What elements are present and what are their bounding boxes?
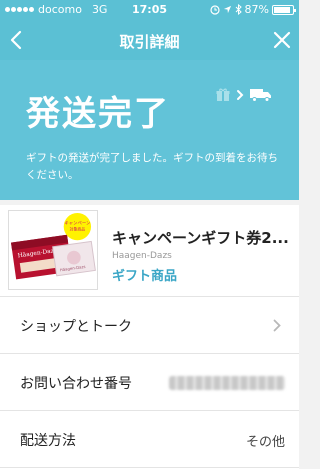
shipping-method-label: 配送方法 xyxy=(20,433,76,449)
shop-talk-label: ショップとトーク xyxy=(20,319,132,335)
chevron-right-icon xyxy=(237,90,244,100)
shipping-progress-icons xyxy=(216,88,272,102)
chevron-right-icon xyxy=(273,319,281,332)
product-name: キャンペーンギフト券2... xyxy=(112,229,289,247)
status-indicators: 87% xyxy=(209,3,296,16)
page-title: 取引詳細 xyxy=(119,33,180,51)
close-icon[interactable] xyxy=(271,29,293,51)
bluetooth-icon xyxy=(235,4,242,15)
inquiry-number-row: お問い合わせ番号 xyxy=(0,354,299,411)
product-image: Häagen-Dazs Häagen-Dazs キャンペーン 対象商品 xyxy=(8,210,98,290)
product-category: ギフト商品 xyxy=(112,269,178,284)
status-bar: docomo 3G 17:05 87% xyxy=(0,0,299,20)
shipping-method-value: その他 xyxy=(245,435,285,450)
location-icon xyxy=(223,5,231,14)
svg-text:対象商品: 対象商品 xyxy=(70,227,86,232)
inquiry-number-label: お問い合わせ番号 xyxy=(20,376,132,392)
product-item[interactable]: Häagen-Dazs Häagen-Dazs キャンペーン 対象商品 キャンペ… xyxy=(0,205,299,297)
inquiry-number-value-redacted xyxy=(169,376,285,390)
product-brand: Haagen-Dazs xyxy=(112,251,172,261)
transaction-detail-card: Häagen-Dazs Häagen-Dazs キャンペーン 対象商品 キャンペ… xyxy=(0,205,299,469)
shop-talk-row[interactable]: ショップとトーク xyxy=(0,297,299,354)
truck-icon xyxy=(250,89,271,102)
gift-icon xyxy=(216,88,230,101)
status-title: 発送完了 xyxy=(26,94,170,134)
alarm-icon xyxy=(209,4,220,15)
status-message: ギフトの発送が完了しました。ギフトの到着をお待ちください。 xyxy=(26,152,278,181)
battery-icon xyxy=(272,4,296,15)
navigation-bar: 取引詳細 xyxy=(0,20,299,60)
battery-percent: 87% xyxy=(244,3,269,16)
shipping-method-row: 配送方法 その他 xyxy=(0,411,299,468)
shipping-status-banner: 発送完了 ギフトの発送が完了しました。ギフトの到着をお待ちください。 xyxy=(0,60,299,200)
